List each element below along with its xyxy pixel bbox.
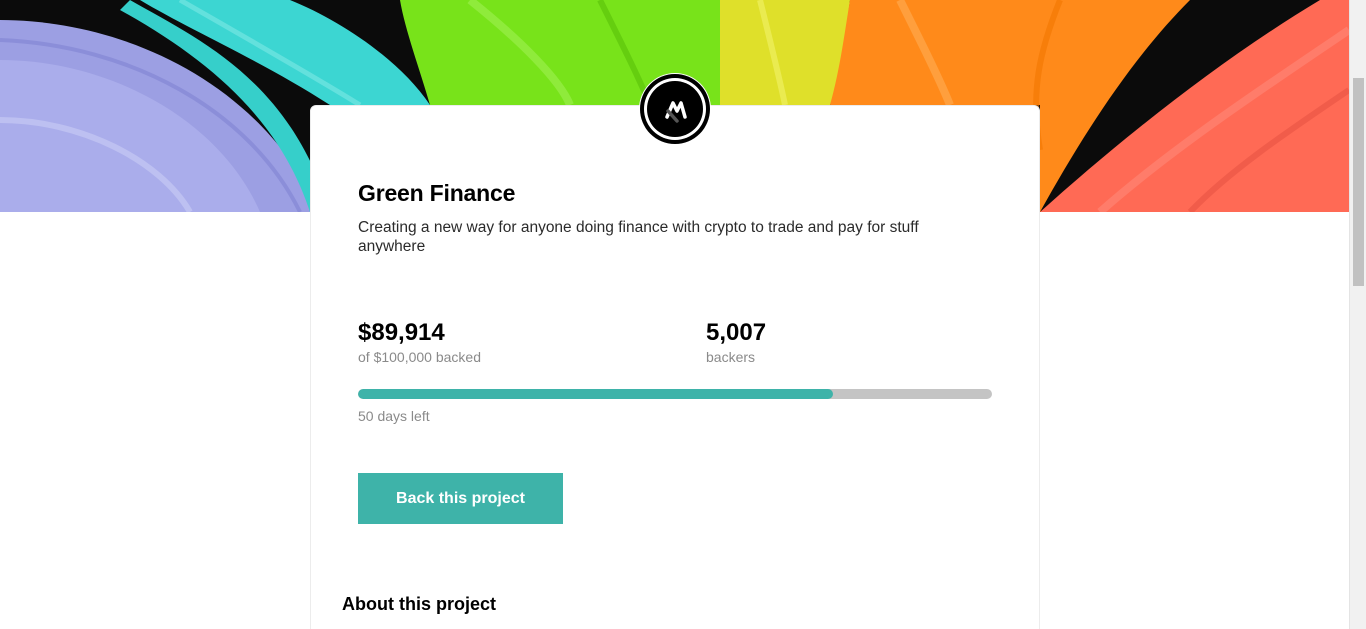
scrollbar-thumb[interactable] xyxy=(1353,78,1364,286)
funding-progress-fill xyxy=(358,389,833,399)
mastercraft-logo-icon xyxy=(665,101,687,123)
days-left: 50 days left xyxy=(358,408,430,424)
page: Green Finance Creating a new way for any… xyxy=(0,0,1366,629)
amount-backed-label: of $100,000 backed xyxy=(358,349,481,365)
amount-backed-value: $89,914 xyxy=(358,319,445,346)
project-title: Green Finance xyxy=(358,180,516,206)
funding-progress-bar xyxy=(358,389,992,399)
about-heading: About this project xyxy=(342,594,496,614)
backers-label: backers xyxy=(706,349,756,365)
backers-value: 5,007 xyxy=(706,319,767,346)
project-description: Creating a new way for anyone doing fina… xyxy=(358,219,919,255)
back-project-button[interactable]: Back this project xyxy=(358,473,563,524)
project-logo xyxy=(639,73,711,145)
vertical-scrollbar[interactable] xyxy=(1349,0,1366,629)
